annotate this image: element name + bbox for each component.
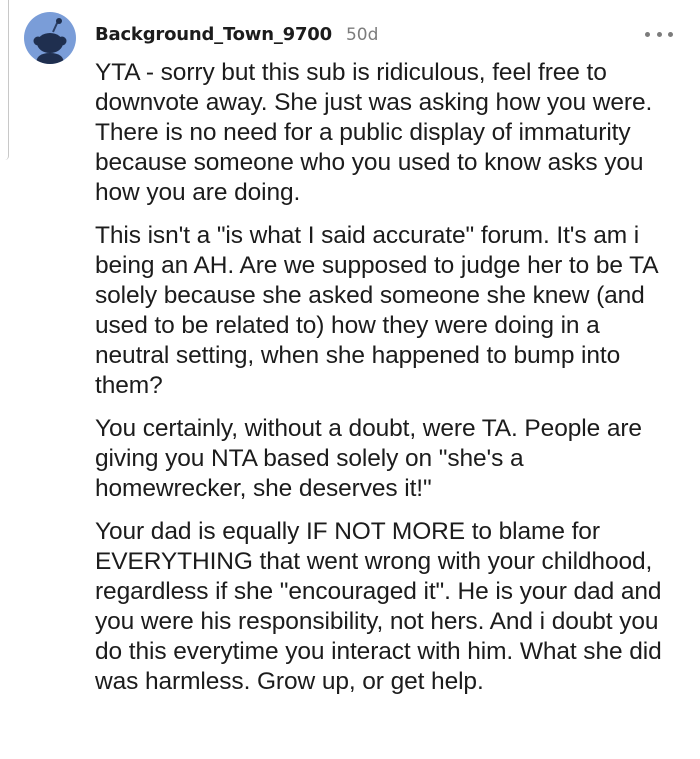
comment-header: Background_Town_9700 50d (95, 24, 378, 48)
more-options-icon[interactable] (645, 22, 673, 46)
comment-body: YTA - sorry but this sub is ridiculous, … (95, 58, 675, 710)
dot-icon (668, 31, 673, 37)
comment-paragraph: YTA - sorry but this sub is ridiculous, … (95, 59, 653, 206)
snoo-avatar-icon (33, 18, 67, 64)
username-link[interactable]: Background_Town_9700 (95, 24, 332, 45)
dot-icon (656, 31, 662, 37)
avatar[interactable] (24, 12, 76, 64)
thread-line[interactable] (0, 0, 9, 160)
dot-icon (645, 31, 650, 37)
comment-paragraph: This isn't a "is what I said accurate" f… (95, 222, 658, 399)
comment-paragraph: Your dad is equally IF NOT MORE to blame… (95, 518, 662, 695)
comment-paragraph: You certainly, without a doubt, were TA.… (95, 415, 642, 502)
comment-age: 50d (345, 25, 379, 45)
